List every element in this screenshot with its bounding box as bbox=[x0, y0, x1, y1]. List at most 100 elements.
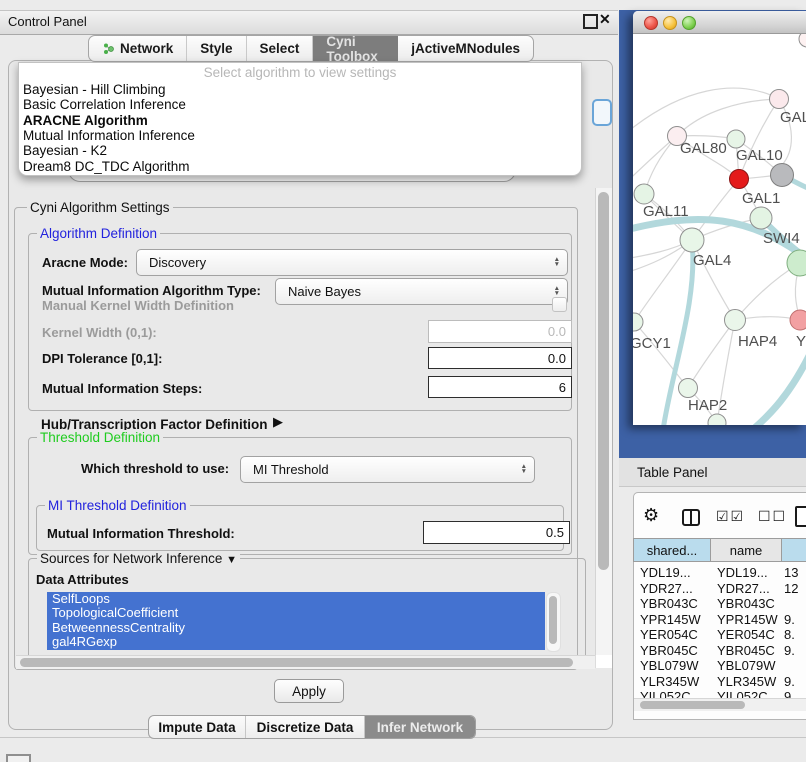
mi-type-select[interactable]: Naive Bayes ▲▼ bbox=[275, 278, 568, 305]
zoom-traffic-light[interactable] bbox=[682, 16, 696, 30]
control-panel-title: Control Panel bbox=[8, 14, 87, 29]
threshold-definition-title: Threshold Definition bbox=[37, 430, 163, 445]
table-header: shared... name A bbox=[633, 538, 806, 562]
screen: Control Panel ✕ Network Style Select Cyn… bbox=[0, 0, 806, 762]
table-row[interactable]: YPR145WYPR145W9. bbox=[633, 612, 806, 628]
split-columns-icon[interactable] bbox=[682, 509, 700, 526]
tab-style-label: Style bbox=[200, 41, 232, 56]
collapse-down-icon[interactable]: ▼ bbox=[226, 554, 237, 566]
node-gal1[interactable] bbox=[750, 207, 772, 229]
attributes-list-scrollbar[interactable] bbox=[546, 592, 561, 652]
select-all-checkboxes-icon[interactable]: ☑☑ bbox=[716, 508, 745, 525]
algorithm-option[interactable]: Bayesian - Hill Climbing bbox=[23, 82, 573, 97]
kernel-width-label: Kernel Width (0,1): bbox=[42, 325, 157, 340]
tab-select[interactable]: Select bbox=[247, 36, 314, 61]
which-threshold-select[interactable]: MI Threshold ▲▼ bbox=[240, 456, 535, 483]
float-window-icon[interactable] bbox=[583, 14, 598, 29]
node-label: HAP2 bbox=[688, 397, 727, 414]
aracne-mode-select[interactable]: Discovery ▲▼ bbox=[136, 249, 568, 276]
data-attributes-list: SelfLoops TopologicalCoefficient Between… bbox=[47, 592, 545, 650]
close-traffic-light[interactable] bbox=[644, 16, 658, 30]
column-header-shared[interactable]: shared... bbox=[633, 538, 711, 562]
settings-hscrollbar[interactable] bbox=[16, 655, 595, 669]
attribute-item[interactable]: TopologicalCoefficient bbox=[47, 606, 545, 620]
expand-right-icon[interactable]: ▶ bbox=[273, 414, 283, 430]
control-panel-titlebar bbox=[0, 10, 618, 35]
focused-combo-edge[interactable] bbox=[592, 99, 612, 126]
table-row[interactable]: YIL052CYIL052C9 bbox=[633, 689, 806, 698]
mi-type-label: Mutual Information Algorithm Type: bbox=[42, 283, 261, 298]
network-window-titlebar[interactable] bbox=[633, 11, 806, 34]
node-hap4[interactable] bbox=[725, 310, 746, 331]
node-hap2[interactable] bbox=[679, 379, 698, 398]
deselect-all-checkboxes-icon[interactable]: ☐☐ bbox=[758, 508, 787, 525]
spinner-arrows-icon: ▲▼ bbox=[554, 287, 560, 296]
table-row[interactable]: YBL079WYBL079W bbox=[633, 658, 806, 674]
tab-jactivemnodules[interactable]: jActiveMNodules bbox=[398, 36, 533, 61]
node-label: HAP4 bbox=[738, 333, 777, 350]
tab-network[interactable]: Network bbox=[89, 36, 187, 61]
network-canvas[interactable]: GAL GAL80 GAL10 GAL1 GAL11 SWI4 GAL4 GCY… bbox=[633, 34, 806, 425]
attribute-item[interactable]: gal4RGexp bbox=[47, 635, 545, 649]
data-attributes-label: Data Attributes bbox=[36, 572, 129, 587]
algorithm-dropdown-placeholder: Select algorithm to view settings bbox=[19, 65, 581, 80]
node-gray[interactable] bbox=[771, 164, 794, 187]
attribute-item[interactable]: BetweennessCentrality bbox=[47, 621, 545, 635]
table-row[interactable]: YBR043CYBR043C bbox=[633, 596, 806, 612]
table-hscrollbar-thumb[interactable] bbox=[640, 701, 745, 709]
node-partial-top[interactable] bbox=[799, 34, 806, 47]
mi-threshold-field[interactable]: 0.5 bbox=[423, 521, 570, 544]
network-window: GAL GAL80 GAL10 GAL1 GAL11 SWI4 GAL4 GCY… bbox=[633, 11, 806, 425]
node-salmon[interactable] bbox=[790, 310, 806, 330]
table-row[interactable]: YBR045CYBR045C9. bbox=[633, 643, 806, 659]
mi-steps-field[interactable]: 6 bbox=[428, 376, 572, 398]
algorithm-option[interactable]: Mutual Information Inference bbox=[23, 128, 573, 143]
algorithm-option[interactable]: Dream8 DC_TDC Algorithm bbox=[23, 159, 573, 174]
column-header-partial[interactable]: A bbox=[782, 538, 806, 562]
node-gal4[interactable] bbox=[680, 228, 704, 252]
settings-vscrollbar-thumb[interactable] bbox=[598, 192, 609, 570]
algorithm-option[interactable]: Bayesian - K2 bbox=[23, 143, 573, 158]
apply-button[interactable]: Apply bbox=[274, 679, 344, 703]
table-hscrollbar[interactable] bbox=[634, 698, 806, 711]
algorithm-option[interactable]: Basic Correlation Inference bbox=[23, 97, 573, 112]
column-header-name[interactable]: name bbox=[711, 538, 782, 562]
settings-hscrollbar-thumb[interactable] bbox=[20, 658, 573, 667]
gear-icon[interactable]: ⚙ bbox=[643, 505, 659, 526]
collapsed-panel-icon[interactable] bbox=[6, 754, 31, 762]
tab-discretize-data[interactable]: Discretize Data bbox=[246, 716, 365, 738]
table-row[interactable]: YLR345WYLR345W9. bbox=[633, 674, 806, 690]
manual-kernel-checkbox[interactable] bbox=[552, 297, 567, 312]
manual-kernel-label: Manual Kernel Width Definition bbox=[42, 298, 234, 313]
attribute-item[interactable]: SelfLoops bbox=[47, 592, 545, 606]
attributes-scrollbar-thumb[interactable] bbox=[549, 596, 557, 644]
node-label: GCY1 bbox=[633, 335, 671, 352]
settings-vscrollbar[interactable] bbox=[595, 188, 612, 668]
node-partial-bottom[interactable] bbox=[708, 414, 726, 425]
node-gcy1[interactable] bbox=[633, 313, 643, 331]
tab-cyni-toolbox[interactable]: Cyni Toolbox bbox=[313, 36, 398, 61]
tab-style[interactable]: Style bbox=[187, 36, 246, 61]
node-gal-partial[interactable] bbox=[770, 90, 789, 109]
new-table-icon[interactable] bbox=[795, 506, 806, 527]
table-row[interactable]: YER054CYER054C8. bbox=[633, 627, 806, 643]
tab-cyni-toolbox-label: Cyni Toolbox bbox=[326, 35, 385, 62]
dpi-tolerance-field[interactable]: 0.0 bbox=[428, 347, 572, 369]
bottom-tabs: Impute Data Discretize Data Infer Networ… bbox=[148, 715, 476, 739]
minimize-traffic-light[interactable] bbox=[663, 16, 677, 30]
network-graph: GAL GAL80 GAL10 GAL1 GAL11 SWI4 GAL4 GCY… bbox=[633, 34, 806, 425]
node-selected-red[interactable] bbox=[730, 170, 749, 189]
close-icon[interactable]: ✕ bbox=[599, 11, 611, 28]
node-gal11[interactable] bbox=[634, 184, 654, 204]
node-label: GAL4 bbox=[693, 252, 731, 269]
table-row[interactable]: YDL19...YDL19...13 bbox=[633, 565, 806, 581]
table-rows: YDL19...YDL19...13 YDR27...YDR27...12 YB… bbox=[633, 563, 806, 698]
table-row[interactable]: YDR27...YDR27...12 bbox=[633, 581, 806, 597]
algorithm-option-selected[interactable]: ARACNE Algorithm bbox=[23, 113, 573, 128]
tab-impute-data[interactable]: Impute Data bbox=[149, 716, 246, 738]
node-gal10[interactable] bbox=[727, 130, 745, 148]
aracne-mode-label: Aracne Mode: bbox=[42, 255, 128, 270]
tab-infer-network[interactable]: Infer Network bbox=[365, 716, 475, 738]
tab-discretize-data-label: Discretize Data bbox=[257, 720, 354, 735]
node-swi4[interactable] bbox=[787, 250, 806, 276]
